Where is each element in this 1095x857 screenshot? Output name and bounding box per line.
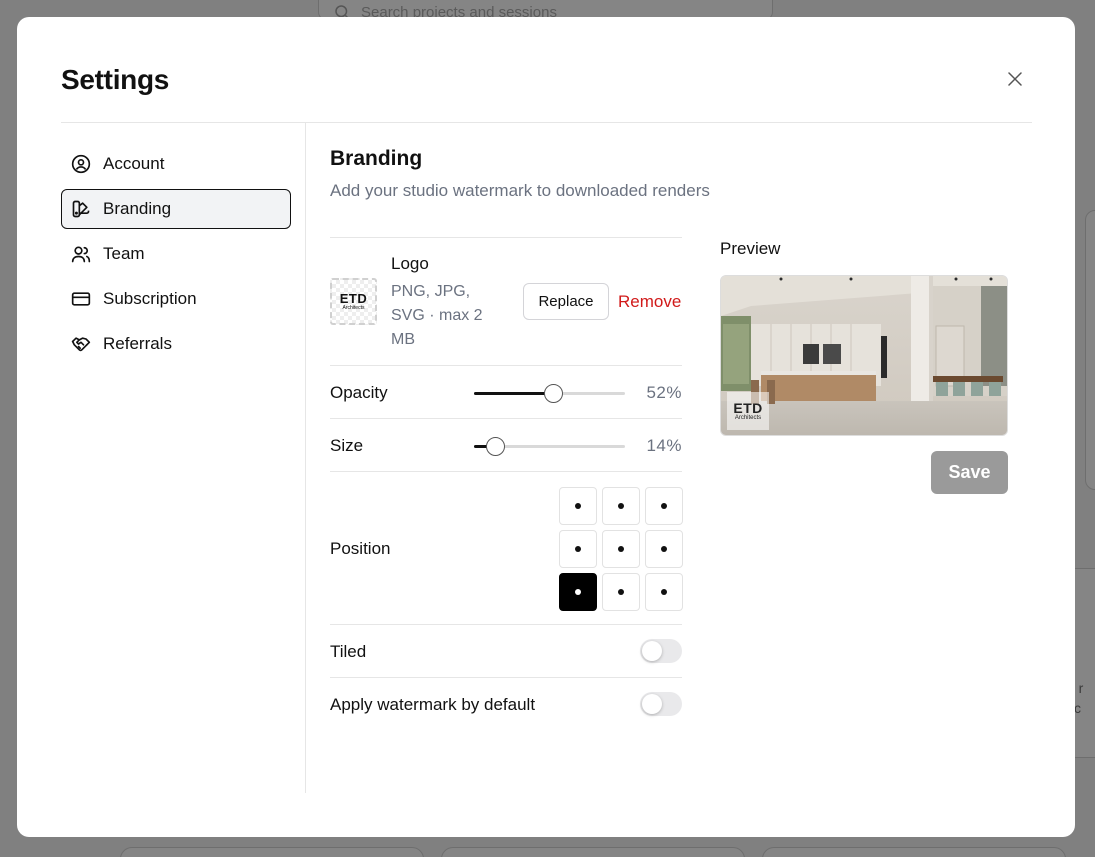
position-middle-right[interactable] [645, 530, 683, 568]
position-bottom-left[interactable] [559, 573, 597, 611]
sidebar-item-team[interactable]: Team [61, 234, 291, 274]
size-slider-thumb[interactable] [486, 437, 506, 456]
sidebar-item-branding[interactable]: Branding [61, 189, 291, 229]
toggle-knob [642, 641, 662, 661]
sidebar-item-label: Subscription [103, 289, 197, 308]
section-title: Branding [330, 147, 423, 170]
preview-label: Preview [720, 239, 781, 258]
users-icon [71, 246, 91, 263]
apply-default-row: Apply watermark by default [330, 677, 682, 730]
background-bottom-card [441, 847, 745, 857]
position-dot [575, 503, 581, 509]
position-dot [661, 589, 667, 595]
tiled-label: Tiled [330, 642, 367, 661]
position-grid [559, 487, 683, 611]
size-label: Size [330, 436, 364, 455]
replace-logo-button[interactable]: Replace [523, 283, 609, 320]
position-top-left[interactable] [559, 487, 597, 525]
sidebar-item-account[interactable]: Account [61, 144, 291, 184]
modal-title: Settings [61, 64, 170, 95]
position-dot [618, 546, 624, 552]
position-dot [575, 546, 581, 552]
position-middle-left[interactable] [559, 530, 597, 568]
branding-header: Branding Add your studio watermark to do… [330, 147, 710, 201]
opacity-row: Opacity 52% [330, 365, 682, 418]
logo-thumbnail-subtext: Architects [342, 305, 365, 311]
sidebar-item-referrals[interactable]: Referrals [61, 324, 291, 364]
section-subtitle: Add your studio watermark to downloaded … [330, 181, 710, 200]
close-button[interactable] [1003, 67, 1027, 91]
sidebar-item-label: Branding [103, 199, 172, 218]
position-bottom-right[interactable] [645, 573, 683, 611]
background-bottom-card [120, 847, 424, 857]
position-dot [618, 503, 624, 509]
sidebar-item-label: Account [103, 154, 165, 173]
position-dot [661, 503, 667, 509]
opacity-slider-thumb[interactable] [543, 384, 563, 403]
preview-watermark: ETD Architects [727, 392, 769, 430]
position-label: Position [330, 539, 391, 558]
logo-file-requirements: PNG, JPG, SVG · max 2 MB [391, 283, 483, 348]
branding-form: ETD Architects Logo PNG, JPG, SVG · max … [330, 237, 683, 730]
background-panel [1075, 568, 1095, 758]
sidebar-item-subscription[interactable]: Subscription [61, 279, 291, 319]
sidebar-item-label: Referrals [103, 334, 172, 353]
handshake-icon [71, 337, 91, 352]
watermark-preview: ETD Architects [720, 275, 1008, 436]
x-icon [1008, 72, 1022, 86]
logo-row: ETD Architects Logo PNG, JPG, SVG · max … [330, 237, 682, 365]
position-dot [661, 546, 667, 552]
sidebar-divider [305, 123, 306, 793]
sidebar-item-label: Team [103, 244, 145, 263]
position-center[interactable] [602, 530, 640, 568]
size-row: Size 14% [330, 418, 682, 471]
background-card [1085, 210, 1095, 490]
tiled-row: Tiled [330, 624, 682, 677]
tiled-toggle[interactable] [640, 639, 682, 663]
apply-default-label: Apply watermark by default [330, 695, 536, 714]
position-bottom-center[interactable] [602, 573, 640, 611]
header-divider [61, 122, 1032, 123]
position-dot [618, 589, 624, 595]
opacity-value: 52% [646, 383, 682, 402]
toggle-knob [642, 694, 662, 714]
preview-watermark-subtext: Architects [734, 414, 762, 421]
remove-logo-button[interactable]: Remove [618, 292, 681, 312]
opacity-slider-fill [474, 392, 553, 395]
logo-label: Logo [391, 254, 429, 273]
preview-watermark-text: ETD [733, 399, 763, 416]
position-dot [575, 589, 581, 595]
opacity-slider[interactable] [474, 384, 625, 403]
user-circle-icon [71, 154, 91, 174]
background-bottom-card [762, 847, 1066, 857]
position-row: Position [330, 471, 683, 624]
save-button[interactable]: Save [931, 451, 1008, 494]
settings-sidebar: Account Branding Team Subscription Refer… [61, 144, 291, 369]
logo-thumbnail-text: ETD [339, 291, 368, 306]
opacity-label: Opacity [330, 383, 388, 402]
logo-thumbnail: ETD Architects [330, 278, 377, 325]
position-top-center[interactable] [602, 487, 640, 525]
position-top-right[interactable] [645, 487, 683, 525]
apply-default-toggle[interactable] [640, 692, 682, 716]
palette-icon [72, 200, 90, 218]
credit-card-icon [71, 292, 91, 306]
size-slider[interactable] [474, 437, 625, 456]
settings-modal: Settings Account Branding Team Subscript… [17, 17, 1075, 837]
size-value: 14% [646, 436, 682, 455]
